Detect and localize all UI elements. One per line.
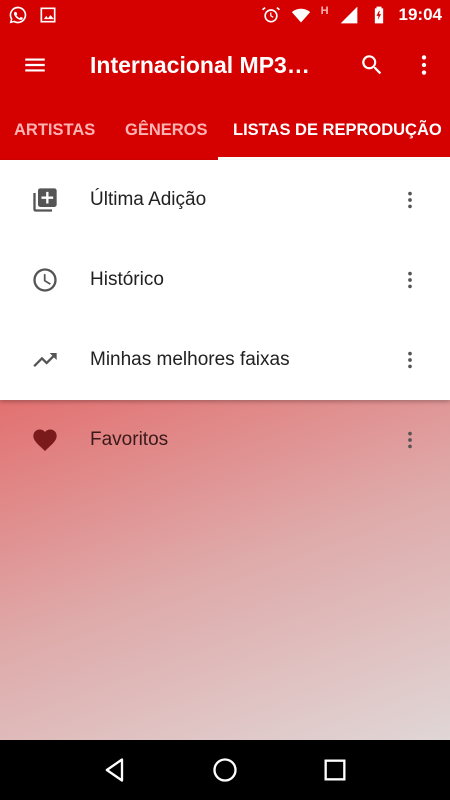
- playlist-content: Última Adição Histórico Minhas melhores …: [0, 160, 450, 740]
- trending-up-icon: [33, 353, 57, 367]
- app-toolbar: Internacional MP3 Player: [0, 30, 450, 100]
- system-nav-bar: [0, 740, 450, 800]
- playlist-item-more-button[interactable]: [390, 240, 430, 320]
- recents-button[interactable]: [305, 740, 365, 800]
- clock-icon: [33, 268, 57, 292]
- more-vert-icon: [408, 431, 412, 449]
- battery-icon: [369, 5, 389, 25]
- signal-icon: [339, 5, 359, 25]
- playlist-item-ultima-adicao[interactable]: Última Adição: [0, 160, 450, 240]
- playlist-item-more-button[interactable]: [390, 400, 430, 480]
- playlist-item-historico[interactable]: Histórico: [0, 240, 450, 320]
- recents-icon: [324, 759, 346, 781]
- playlist-item-label: Minhas melhores faixas: [90, 349, 290, 370]
- image-icon: [38, 5, 58, 25]
- playlist-item-minhas-melhores-faixas[interactable]: Minhas melhores faixas: [0, 320, 450, 400]
- back-button[interactable]: [85, 740, 145, 800]
- playlist-item-favoritos[interactable]: Favoritos: [0, 400, 450, 480]
- wifi-icon: [291, 5, 311, 25]
- playlist-item-more-button[interactable]: [390, 160, 430, 240]
- status-clock: 19:04: [398, 5, 442, 24]
- alarm-icon: [261, 5, 281, 25]
- whatsapp-icon: [8, 5, 28, 25]
- playlist-item-label: Histórico: [90, 269, 164, 290]
- tab-artistas[interactable]: ARTISTAS: [0, 100, 110, 160]
- playlist-item-label: Favoritos: [90, 429, 169, 450]
- more-vert-icon: [421, 55, 427, 75]
- tab-listas-de-reproducao[interactable]: LISTAS DE REPRODUÇÃO: [218, 100, 450, 160]
- h-network-icon: H: [320, 5, 329, 17]
- status-bar: H 19:04: [0, 0, 450, 30]
- tab-generos[interactable]: GÊNEROS: [110, 100, 218, 160]
- more-vert-icon: [408, 191, 412, 209]
- more-vert-icon: [408, 271, 412, 289]
- playlist-add-icon: [33, 188, 57, 212]
- playlist-item-label: Última Adição: [90, 189, 207, 210]
- more-vert-icon: [408, 351, 412, 369]
- overflow-menu-button[interactable]: [398, 30, 450, 100]
- heart-icon: [33, 429, 57, 451]
- search-button[interactable]: [346, 30, 398, 100]
- search-icon: [362, 55, 382, 75]
- home-button[interactable]: [195, 740, 255, 800]
- app-title: Internacional MP3 Player: [90, 51, 315, 78]
- home-icon: [213, 758, 237, 782]
- menu-button[interactable]: [0, 30, 70, 100]
- playlist-item-more-button[interactable]: [390, 320, 430, 400]
- menu-icon: [25, 58, 45, 72]
- tab-bar: ARTISTAS GÊNEROS LISTAS DE REPRODUÇÃO: [0, 100, 450, 160]
- back-icon: [105, 758, 124, 782]
